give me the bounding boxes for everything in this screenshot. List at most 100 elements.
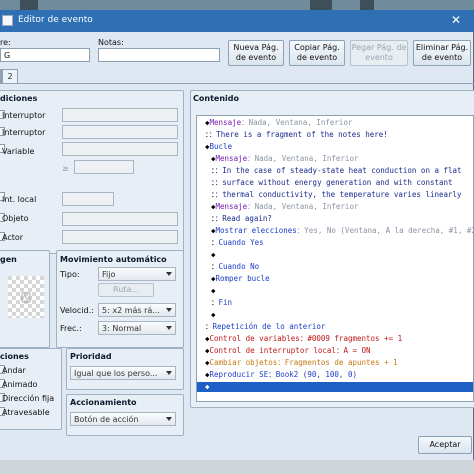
command-params: ：Nada, Ventana, Inferior (247, 202, 359, 211)
command-name: Fin (218, 298, 233, 307)
command-line[interactable]: ：：surface without energy generation and … (197, 178, 473, 188)
command-line[interactable]: ◆Mensaje：Nada, Ventana, Inferior (197, 202, 473, 212)
command-line[interactable]: ◆Romper bucle (197, 274, 473, 284)
command-line[interactable]: ◆Reproducir SE：Book2 (90, 100, 0) (197, 370, 473, 380)
chevron-down-icon (166, 326, 172, 330)
name-input[interactable]: G (0, 48, 90, 62)
background-map-bottom (0, 460, 474, 474)
self-switch-label: Int. local (2, 195, 37, 204)
accept-button[interactable]: Aceptar (418, 436, 472, 454)
close-icon[interactable]: ✕ (438, 12, 474, 30)
command-marker: ： (211, 298, 219, 307)
command-line[interactable]: ：Repetición de lo anterior (197, 322, 473, 332)
switch1-select[interactable] (62, 108, 178, 122)
event-command-list[interactable]: ◆Mensaje：Nada, Ventana, Inferior ：：There… (196, 115, 474, 402)
movement-title: Movimiento automático (60, 255, 167, 264)
command-params: ：Nada, Ventana, Inferior (241, 118, 353, 127)
command-line[interactable]: ◆Bucle (197, 142, 473, 152)
command-line[interactable]: ◆ (197, 286, 473, 296)
copy-page-button[interactable]: Copiar Pág. de evento (289, 40, 345, 66)
paste-page-button[interactable]: Pegar Pág. de evento (350, 40, 408, 66)
command-params: ：Fragmentos de apuntes + 1 (277, 358, 398, 367)
delete-page-button[interactable]: Eliminar Pág. de evento (413, 40, 471, 66)
trigger-title: Accionamiento (70, 398, 137, 407)
notes-input[interactable] (98, 48, 220, 62)
command-marker: ◆ (211, 286, 216, 295)
actor-select[interactable] (62, 230, 178, 244)
trigger-value: Botón de acción (74, 415, 139, 424)
tab-page-2[interactable]: 2 (2, 69, 18, 84)
command-name: Mensaje (215, 202, 248, 211)
title-bar[interactable]: Editor de evento ✕ (0, 10, 474, 32)
self-switch-select[interactable] (62, 192, 114, 206)
switch2-label: Interruptor (2, 128, 46, 137)
command-line[interactable]: ◆Control de interruptor local：A = ON (197, 346, 473, 356)
new-page-button[interactable]: Nueva Pág. de evento (228, 40, 284, 66)
command-name: Repetición de lo anterior (212, 322, 326, 331)
command-line[interactable]: ：Cuando No (197, 262, 473, 272)
move-type-label: Tipo: (60, 270, 80, 279)
command-name: Cambiar objetos (209, 358, 278, 367)
event-image-preview[interactable] (8, 276, 44, 318)
command-line[interactable]: ◆Control de variables：#0009 fragmentos +… (197, 334, 473, 344)
priority-value: Igual que los perso... (74, 369, 158, 378)
command-params: ：Book2 (90, 100, 0) (268, 370, 357, 379)
command-line[interactable]: ◆ (197, 310, 473, 320)
frequency-select[interactable]: 3: Normal (98, 321, 176, 335)
priority-select[interactable]: Igual que los perso... (70, 366, 176, 380)
item-select[interactable] (62, 212, 178, 226)
command-line[interactable]: ◆Mensaje：Nada, Ventana, Inferior (197, 118, 473, 128)
command-marker: ◆ (205, 382, 210, 391)
item-label: Objeto (2, 214, 29, 223)
command-line[interactable]: ：Cuando Yes (197, 238, 473, 248)
variable-label: Variable (2, 147, 35, 156)
app-icon (2, 15, 13, 26)
command-params: ：Read again? (214, 214, 272, 223)
command-line[interactable]: ：Fin (197, 298, 473, 308)
conditions-title: diciones (0, 94, 38, 103)
command-params: ：surface without energy generation and w… (214, 178, 453, 187)
switch2-select[interactable] (62, 125, 178, 139)
command-line[interactable]: ◆Mostrar elecciones：Yes, No (Ventana, A … (197, 226, 473, 236)
event-editor-window: Editor de evento ✕ re: G Notas: Nueva Pá… (0, 10, 474, 460)
command-name: Reproducir SE (209, 370, 269, 379)
command-line[interactable]: ：：Read again? (197, 214, 473, 224)
speed-label: Velocid.: (60, 306, 94, 315)
command-line[interactable]: ◆ (197, 250, 473, 260)
image-title: gen (0, 255, 17, 264)
background-map-top (0, 0, 474, 10)
chevron-down-icon (166, 308, 172, 312)
chevron-down-icon (166, 371, 172, 375)
speed-value: 5: x2 más rá... (102, 306, 160, 315)
command-params: ：In the case of steady-state heat conduc… (214, 166, 462, 175)
route-button[interactable]: Ruta... (98, 283, 154, 297)
animated-label: Animado (2, 380, 38, 389)
command-line[interactable]: ：：In the case of steady-state heat condu… (197, 166, 473, 176)
chevron-down-icon (166, 417, 172, 421)
command-params: ：#0009 fragmentos += 1 (299, 334, 403, 343)
variable-select[interactable] (62, 142, 178, 156)
frequency-value: 3: Normal (102, 324, 142, 333)
command-line[interactable]: ◆Mensaje：Nada, Ventana, Inferior (197, 154, 473, 164)
move-type-select[interactable]: Fijo (98, 267, 176, 281)
command-params: ：thermal conductivity, the temperature v… (214, 190, 462, 199)
map-tile (360, 0, 374, 10)
switch1-label: Interruptor (2, 111, 46, 120)
through-label: Atravesable (2, 408, 50, 417)
trigger-select[interactable]: Botón de acción (70, 412, 176, 426)
variable-value-input[interactable] (74, 160, 134, 174)
map-tile (20, 0, 38, 10)
move-type-value: Fijo (102, 270, 116, 279)
command-marker: ◆ (211, 250, 216, 259)
command-marker: ： (211, 238, 219, 247)
command-line[interactable]: ：：thermal conductivity, the temperature … (197, 190, 473, 200)
command-name: Control de interruptor local (209, 346, 336, 355)
command-line[interactable]: ：：There is a fragment of the notes here! (197, 130, 473, 140)
frequency-label: Frec.: (60, 324, 82, 333)
map-tile (310, 0, 332, 10)
command-marker: ： (211, 262, 219, 271)
command-line[interactable]: ◆Cambiar objetos：Fragmentos de apuntes +… (197, 358, 473, 368)
command-params: ：There is a fragment of the notes here! (208, 130, 388, 139)
speed-select[interactable]: 5: x2 más rá... (98, 303, 176, 317)
command-line[interactable]: ◆ (197, 382, 473, 392)
